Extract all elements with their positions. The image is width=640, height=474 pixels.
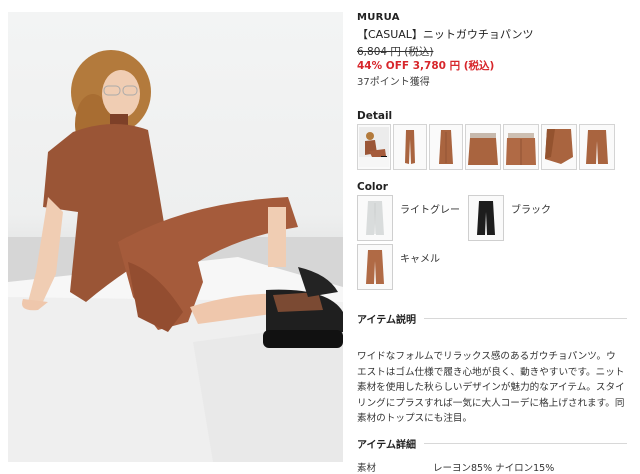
color-label-camel[interactable]: キャメル: [400, 250, 440, 265]
main-product-image[interactable]: [8, 12, 343, 462]
sale-price: 44% OFF 3,780 円 (税込): [357, 60, 495, 72]
item-description-title: アイテム説明: [357, 315, 416, 326]
points-earned: 37ポイント獲得: [357, 77, 430, 88]
detail-thumb-pants-side[interactable]: [429, 124, 463, 170]
color-heading: Color: [357, 181, 388, 193]
pants-back-icon: [586, 130, 608, 164]
section-divider: [424, 443, 627, 444]
detail-thumb-hem[interactable]: [541, 124, 577, 170]
item-description-header: アイテム説明: [357, 311, 627, 326]
color-swatch-light-gray[interactable]: [357, 195, 393, 241]
pants-side-icon: [439, 130, 453, 164]
camel-pants-icon: [366, 250, 384, 284]
fabric-closeup-icon: [506, 133, 536, 165]
section-divider: [424, 318, 627, 319]
detail-thumb-fabric[interactable]: [503, 124, 539, 170]
light-gray-pants-icon: [366, 201, 384, 235]
model-thumbnail-icon: [359, 127, 389, 167]
product-title: 【CASUAL】ニットガウチョパンツ: [357, 28, 534, 41]
detail-thumb-waist[interactable]: [465, 124, 501, 170]
detail-thumb-pants-front[interactable]: [393, 124, 427, 170]
detail-thumbnails: [357, 124, 615, 170]
waist-closeup-icon: [468, 133, 498, 165]
item-details-header: アイテム詳細: [357, 436, 627, 451]
black-pants-icon: [477, 201, 495, 235]
hem-closeup-icon: [545, 129, 573, 164]
color-label-black[interactable]: ブラック: [511, 201, 551, 216]
item-description-text: ワイドなフォルムでリラックス感のあるガウチョパンツ。ウエストはゴム仕様で履き心地…: [357, 351, 625, 425]
item-details-title: アイテム詳細: [357, 440, 416, 451]
brand-name[interactable]: MURUA: [357, 12, 400, 23]
detail-heading: Detail: [357, 110, 393, 122]
detail-thumb-model[interactable]: [357, 124, 391, 170]
model-photo-illustration: [8, 50, 343, 462]
color-swatch-camel[interactable]: [357, 244, 393, 290]
color-swatch-black[interactable]: [468, 195, 504, 241]
color-label-light-gray[interactable]: ライトグレー: [400, 201, 460, 216]
material-row: 素材 レーヨン85% ナイロン15%: [357, 463, 555, 474]
detail-thumb-pants-back[interactable]: [579, 124, 615, 170]
pants-front-icon: [405, 130, 415, 164]
original-price: 6,804 円 (税込): [357, 46, 434, 58]
